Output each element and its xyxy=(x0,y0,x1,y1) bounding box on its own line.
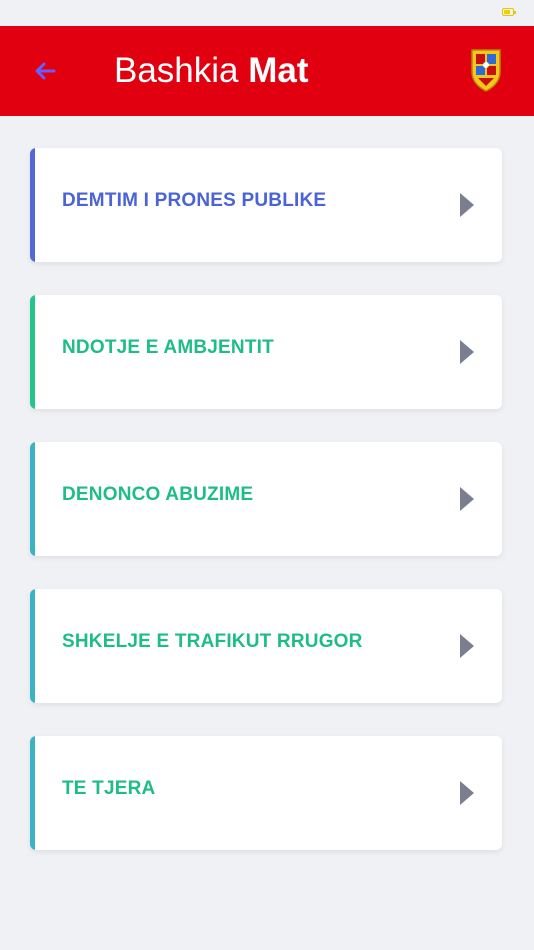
category-label: NDOTJE E AMBJENTIT xyxy=(62,337,274,358)
category-card-ndotje[interactable]: NDOTJE E AMBJENTIT xyxy=(30,295,502,409)
category-label: DENONCO ABUZIME xyxy=(62,484,254,505)
category-label: SHKELJE E TRAFIKUT RRUGOR xyxy=(62,631,363,652)
category-card-te-tjera[interactable]: TE TJERA xyxy=(30,736,502,850)
card-accent xyxy=(30,442,35,556)
card-accent xyxy=(30,295,35,409)
arrow-left-icon xyxy=(35,62,56,80)
app-header: Bashkia Mat xyxy=(0,26,534,116)
card-accent xyxy=(30,148,35,262)
category-label: DEMTIM I PRONES PUBLIKE xyxy=(62,190,327,211)
status-bar xyxy=(0,0,534,26)
category-card-denonco[interactable]: DENONCO ABUZIME xyxy=(30,442,502,556)
chevron-right-icon xyxy=(460,634,474,658)
back-button[interactable] xyxy=(30,56,60,86)
category-card-shkelje[interactable]: SHKELJE E TRAFIKUT RRUGOR xyxy=(30,589,502,703)
title-bold: Mat xyxy=(248,51,309,90)
card-accent xyxy=(30,589,35,703)
chevron-right-icon xyxy=(460,340,474,364)
category-card-demtim[interactable]: DEMTIM I PRONES PUBLIKE xyxy=(30,148,502,262)
chevron-right-icon xyxy=(460,487,474,511)
title-regular: Bashkia xyxy=(114,51,249,90)
category-label: TE TJERA xyxy=(62,778,156,799)
page-title: Bashkia Mat xyxy=(114,51,309,91)
chevron-right-icon xyxy=(460,781,474,805)
municipal-crest-icon xyxy=(470,48,502,92)
card-accent xyxy=(30,736,35,850)
battery-icon xyxy=(502,8,516,16)
chevron-right-icon xyxy=(460,193,474,217)
category-list: DEMTIM I PRONES PUBLIKE NDOTJE E AMBJENT… xyxy=(30,148,502,883)
